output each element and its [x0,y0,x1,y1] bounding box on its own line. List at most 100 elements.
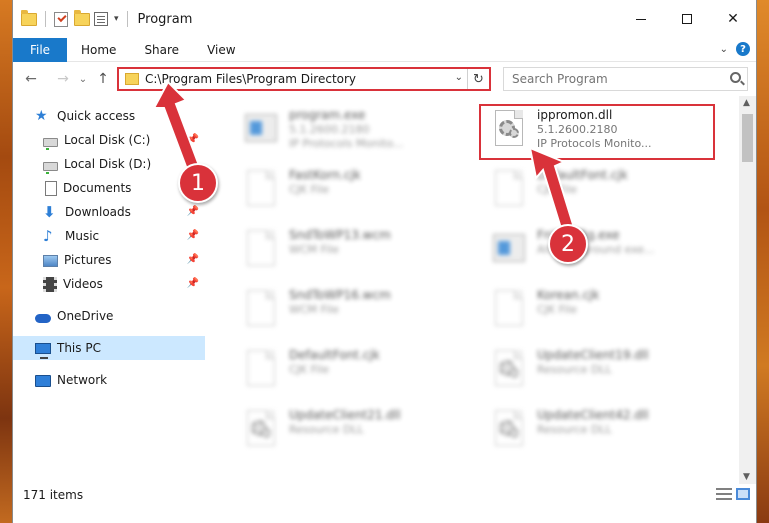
expand-ribbon-chevron-icon[interactable]: ⌄ [720,44,728,55]
help-icon[interactable]: ? [736,42,750,56]
file-icon [489,168,529,212]
navigation-pane: ★ Quick access Local Disk (C:) 📌 Local D… [13,96,205,484]
customize-toolbar-chevron-icon[interactable]: ▾ [114,14,119,24]
window-controls: ✕ [618,0,756,38]
file-type: Resource DLL [289,423,364,436]
sidebar-item-label: Documents [63,181,132,195]
file-name: DefaultFont.cjk [537,168,628,182]
file-name: UpdateClient42.dll [537,408,649,422]
file-item[interactable]: UpdateClient19.dll Resource DLL [481,344,721,400]
sidebar-item-videos[interactable]: Videos 📌 [13,272,205,296]
up-button[interactable]: ↑ [91,71,115,87]
file-item[interactable]: UpdateClient21.dll Resource DLL [233,404,473,460]
network-icon [35,375,51,387]
sidebar-item-local-disk-d[interactable]: Local Disk (D:) [13,152,205,176]
address-bar[interactable]: C:\Program Files\Program Directory ⌄ ↻ [117,67,491,91]
file-item[interactable]: FnWndBg.exe Alt Background exe... [481,224,721,280]
star-icon: ★ [35,108,48,124]
close-button[interactable]: ✕ [710,0,756,38]
minimize-button[interactable] [618,0,664,38]
sidebar-item-label: Network [57,373,108,387]
file-item[interactable]: DefaultFont.cjk CJK File [233,344,473,400]
pin-icon: 📌 [186,278,199,289]
tab-home[interactable]: Home [67,38,130,62]
window-bottom-edge [13,506,756,523]
file-item[interactable]: UpdateClient42.dll Resource DLL [481,404,721,460]
forward-button[interactable]: → [51,71,75,87]
file-item[interactable]: DefaultFont.cjk CJK File [481,164,721,220]
pin-icon: 📌 [186,134,199,145]
address-dropdown-chevron-icon[interactable]: ⌄ [455,72,463,83]
window-title: Program [137,11,193,27]
sidebar-item-local-disk-c[interactable]: Local Disk (C:) 📌 [13,128,205,152]
vertical-scrollbar[interactable]: ▲ ▼ [739,96,756,484]
file-name: SndToWP16.wcm [289,288,391,302]
properties-check-icon[interactable] [54,11,70,27]
drive-icon [43,137,58,150]
sidebar-item-downloads[interactable]: ⬇ Downloads 📌 [13,200,205,224]
sidebar-item-label: Videos [63,277,103,291]
recent-locations-chevron-icon[interactable]: ⌄ [75,74,91,85]
file-type: CJK File [289,363,330,376]
cloud-icon [35,313,51,323]
file-name: UpdateClient19.dll [537,348,649,362]
scroll-down-icon[interactable]: ▼ [743,472,750,482]
pictures-icon [43,255,58,267]
search-input[interactable] [512,72,722,86]
file-item[interactable]: Korean.cjk CJK File [481,284,721,340]
search-box[interactable] [503,67,748,91]
scroll-up-icon[interactable]: ▲ [743,98,750,108]
folder-icon [125,73,139,85]
desktop-background-left [0,0,12,523]
sidebar-item-label: Local Disk (C:) [64,133,151,147]
tab-share[interactable]: Share [130,38,193,62]
file-item[interactable]: FastKorn.cjk CJK File [233,164,473,220]
address-path[interactable]: C:\Program Files\Program Directory [145,72,356,86]
properties-icon[interactable] [94,11,110,27]
file-name: Korean.cjk [537,288,600,302]
large-icons-view-icon[interactable] [736,488,750,500]
file-icon [489,288,529,332]
callout-badge-2: 2 [548,224,588,264]
file-type: CJK File [537,183,578,196]
ribbon-tabs: File Home Share View ⌄ ? [13,37,756,62]
scrollbar-thumb[interactable] [742,114,753,162]
file-item[interactable]: program.exe 5.1.2600.2180 IP Protocols M… [233,104,473,160]
status-bar: 171 items [13,484,756,506]
file-name: FastKorn.cjk [289,168,361,182]
toolbar-divider [126,11,128,27]
pin-icon: 📌 [186,254,199,265]
drive-icon [43,161,58,174]
file-item-ippromon-dll[interactable]: ippromon.dll 5.1.2600.2180 IP Protocols … [481,104,721,160]
maximize-icon [682,14,692,24]
maximize-button[interactable] [664,0,710,38]
file-version: 5.1.2600.2180 [537,123,618,136]
tab-file[interactable]: File [13,37,67,62]
file-item[interactable]: SndToWP16.wcm WCM File [233,284,473,340]
sidebar-item-documents[interactable]: Documents 📌 [13,176,205,200]
refresh-button[interactable]: ↻ [467,69,489,89]
sidebar-item-label: Quick access [57,109,136,123]
file-icon [241,288,281,332]
pin-icon: 📌 [186,230,199,241]
file-name: program.exe [289,108,366,122]
callout-badge-1: 1 [178,163,218,203]
sidebar-item-music[interactable]: ♪ Music 📌 [13,224,205,248]
new-folder-icon[interactable] [74,10,90,27]
sidebar-item-quick-access[interactable]: ★ Quick access [13,104,205,128]
file-description: IP Protocols Monito... [537,137,652,150]
back-button[interactable]: ← [19,71,43,87]
music-note-icon: ♪ [43,227,53,245]
tab-view[interactable]: View [193,38,249,62]
sidebar-item-network[interactable]: Network [13,368,205,392]
sidebar-item-onedrive[interactable]: OneDrive [13,304,205,328]
sidebar-item-this-pc[interactable]: This PC [13,336,205,360]
quick-access-toolbar: ▾ [13,10,132,27]
file-name: ippromon.dll [537,108,613,122]
details-view-icon[interactable] [716,488,732,500]
file-item[interactable]: SndToWP13.wcm WCM File [233,224,473,280]
sidebar-item-pictures[interactable]: Pictures 📌 [13,248,205,272]
document-icon [45,180,57,196]
view-toggle [716,488,750,500]
exe-icon [241,108,281,152]
